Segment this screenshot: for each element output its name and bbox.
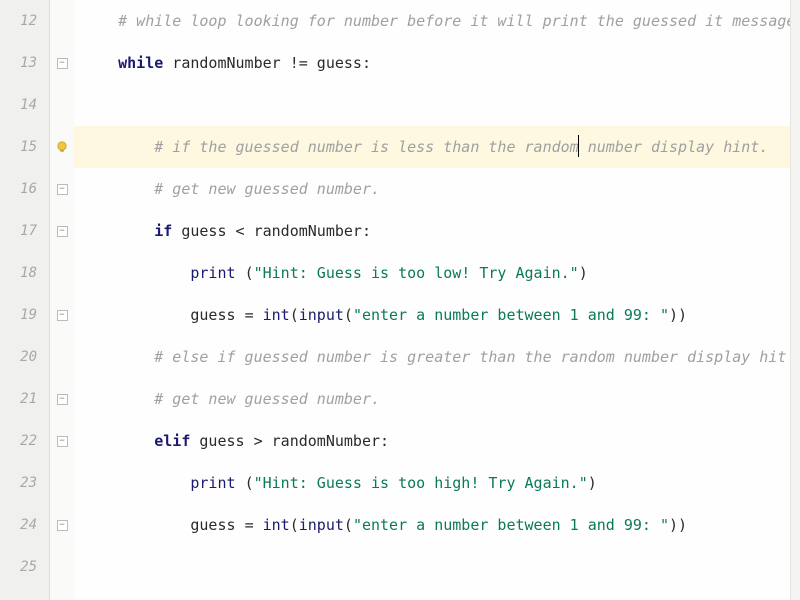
line-number-gutter: 12 13 14 15 16 17 18 19 20 21 22 23 24 2… [0,0,50,600]
code-line: # get new guessed number. [74,168,800,210]
fold-toggle[interactable]: − [50,504,74,546]
code-area[interactable]: # while loop looking for number before i… [74,0,800,600]
line-number[interactable]: 23 [0,462,49,504]
line-number[interactable]: 16 [0,168,49,210]
code-line [74,546,800,588]
code-line [74,84,800,126]
intention-bulb[interactable] [50,126,74,168]
fold-toggle[interactable]: − [50,378,74,420]
code-line: # get new guessed number. [74,378,800,420]
vertical-scrollbar[interactable] [790,0,800,600]
line-number[interactable]: 15 [0,126,49,168]
line-number[interactable]: 19 [0,294,49,336]
fold-toggle[interactable]: − [50,42,74,84]
lightbulb-icon [55,140,69,154]
line-number[interactable]: 25 [0,546,49,588]
code-line: # else if guessed number is greater than… [74,336,800,378]
line-number[interactable]: 18 [0,252,49,294]
line-number[interactable]: 12 [0,0,49,42]
line-number[interactable]: 22 [0,420,49,462]
fold-toggle[interactable]: − [50,210,74,252]
line-number[interactable]: 21 [0,378,49,420]
fold-toggle[interactable]: − [50,294,74,336]
fold-toggle[interactable]: − [50,168,74,210]
line-number[interactable]: 17 [0,210,49,252]
code-line: print ("Hint: Guess is too low! Try Agai… [74,252,800,294]
line-number[interactable]: 24 [0,504,49,546]
code-line: # while loop looking for number before i… [74,0,800,42]
code-line: elif guess > randomNumber: [74,420,800,462]
code-editor: 12 13 14 15 16 17 18 19 20 21 22 23 24 2… [0,0,800,600]
line-number[interactable]: 13 [0,42,49,84]
fold-column: − − − − − − − [50,0,74,600]
code-line: guess = int(input("enter a number betwee… [74,294,800,336]
line-number[interactable]: 20 [0,336,49,378]
code-line: if guess < randomNumber: [74,210,800,252]
fold-toggle[interactable]: − [50,420,74,462]
code-line: while randomNumber != guess: [74,42,800,84]
code-line: print ("Hint: Guess is too high! Try Aga… [74,462,800,504]
code-line: guess = int(input("enter a number betwee… [74,504,800,546]
text-caret [578,135,579,157]
line-number[interactable]: 14 [0,84,49,126]
code-line-active: # if the guessed number is less than the… [74,126,800,168]
